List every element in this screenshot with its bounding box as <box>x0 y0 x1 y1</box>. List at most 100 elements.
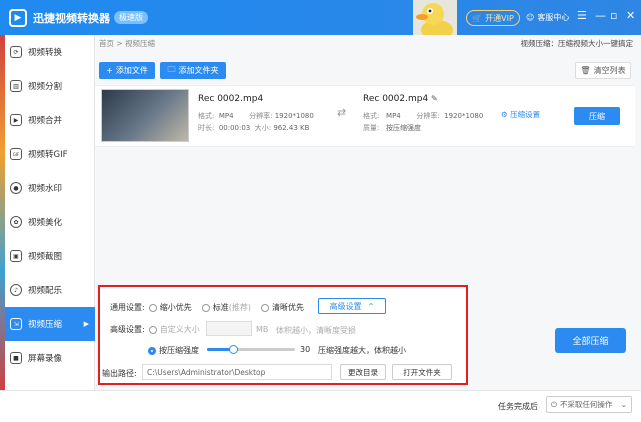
watermark-icon: ● <box>10 182 22 194</box>
add-file-button[interactable]: + 添加文件 <box>99 62 155 79</box>
sidebar-item-screen-record[interactable]: ■ 屏幕录像 <box>0 341 95 375</box>
refresh-icon: ⟳ <box>10 46 22 58</box>
advanced-settings-row: 高级设置: 自定义大小 <box>110 324 200 335</box>
radio-icon <box>260 303 269 312</box>
radio-icon <box>201 303 210 312</box>
shuffle-icon: ⇄ <box>337 106 347 119</box>
general-settings-label: 通用设置: <box>110 303 145 312</box>
sidebar-item-label: 视频配乐 <box>28 286 63 296</box>
chevron-right-icon: ▶ <box>83 320 89 328</box>
screenshot-icon: ▣ <box>10 250 22 262</box>
compress-settings-label: 压缩设置 <box>510 110 541 119</box>
sidebar-item-label: 视频分割 <box>28 82 63 92</box>
edit-icon[interactable]: ✎ <box>431 94 438 103</box>
footer-bar: 任务完成后 ⏻ 不采取任何操作 ⌄ <box>0 390 641 422</box>
radio-small-first[interactable]: 缩小优先 <box>148 302 192 313</box>
split-icon: ▥ <box>10 80 22 92</box>
menu-button[interactable]: ☰ <box>577 9 587 22</box>
minimize-button[interactable]: — <box>595 9 606 22</box>
general-settings-row: 通用设置: 缩小优先 标准(推荐) 清晰优先 <box>110 302 304 313</box>
add-file-label: 添加文件 <box>115 66 148 75</box>
add-folder-label: 添加文件夹 <box>178 66 219 75</box>
desktop-edge <box>0 35 5 390</box>
duck-mascot-icon <box>413 0 457 35</box>
plus-icon: + <box>106 66 113 75</box>
sidebar-item-video-beautify[interactable]: ✿ 视频美化 <box>0 205 95 239</box>
play-icon: ▶ <box>10 114 22 126</box>
radio-icon <box>148 346 156 355</box>
advanced-settings-button[interactable]: 高级设置 ⌃ <box>318 298 386 314</box>
compression-settings-panel: 通用设置: 缩小优先 标准(推荐) 清晰优先 高级设置 ⌃ 高级设置: 自定义大小… <box>98 285 468 385</box>
source-file-name: Rec 0002.mp4 <box>198 94 264 104</box>
sidebar: ⟳ 视频转换 ▥ 视频分割 ▶ 视频合并 GIF 视频转GIF ● 视频水印 ✿ 视频美化 … <box>0 35 95 390</box>
source-meta: 格式: MP4 分辨率: 1920*1080 时长: 00:00:03 大小: … <box>198 112 314 132</box>
sidebar-item-label: 视频美化 <box>28 218 63 228</box>
radio-icon <box>148 303 157 312</box>
sidebar-item-video-screenshot[interactable]: ▣ 视频截图 <box>0 239 95 273</box>
sidebar-item-video-gif[interactable]: GIF 视频转GIF <box>0 137 95 171</box>
maximize-button[interactable]: ▫ <box>610 9 617 22</box>
sidebar-item-label: 视频合并 <box>28 116 63 126</box>
slider-knob[interactable] <box>228 345 238 354</box>
sidebar-item-label: 屏幕录像 <box>28 354 63 364</box>
breadcrumb: 首页 > 视频压缩 <box>99 39 156 48</box>
vip-label: 开通VIP <box>485 13 514 23</box>
file-row[interactable]: Rec 0002.mp4 格式: MP4 分辨率: 1920*1080 时长: … <box>95 85 635 147</box>
gear-icon: ⚙ <box>501 110 508 119</box>
service-center-button[interactable]: ☺ 客服中心 <box>526 12 569 23</box>
chevron-up-icon: ⌃ <box>367 301 375 311</box>
app-logo-icon: ▶ <box>9 8 27 27</box>
video-thumbnail <box>101 89 189 142</box>
compress-settings-link[interactable]: ⚙ 压缩设置 <box>501 109 540 120</box>
gif-icon: GIF <box>10 148 22 160</box>
sidebar-item-video-split[interactable]: ▥ 视频分割 <box>0 69 95 103</box>
open-folder-button[interactable]: 打开文件夹 <box>392 364 452 380</box>
strength-value: 30 <box>300 345 311 354</box>
music-icon: ♪ <box>10 284 22 296</box>
record-icon: ■ <box>10 352 22 364</box>
open-vip-button[interactable]: 🛒 开通VIP <box>466 10 520 26</box>
compress-icon: ⇲ <box>10 318 22 330</box>
compress-all-button[interactable]: 全部压缩 <box>555 328 626 353</box>
cart-icon: 🛒 <box>472 13 483 23</box>
sidebar-item-video-convert[interactable]: ⟳ 视频转换 <box>0 35 95 69</box>
close-button[interactable]: ✕ <box>626 9 635 22</box>
service-label: 客服中心 <box>537 13 570 22</box>
sidebar-item-label: 视频截图 <box>28 252 63 262</box>
sidebar-item-label: 视频转GIF <box>28 150 68 160</box>
beautify-icon: ✿ <box>10 216 22 228</box>
output-path-label: 输出路径: <box>102 369 137 378</box>
output-path-field[interactable]: C:\Users\Administrator\Desktop <box>142 364 332 380</box>
change-directory-button[interactable]: 更改目录 <box>340 364 386 380</box>
custom-size-input[interactable] <box>206 321 252 336</box>
clear-list-button[interactable]: 🗑 清空列表 <box>575 62 631 79</box>
sidebar-item-label: 视频压缩 <box>28 320 63 330</box>
clear-list-label: 清空列表 <box>593 66 626 75</box>
sidebar-item-video-music[interactable]: ♪ 视频配乐 <box>0 273 95 307</box>
on-complete-value: 不采取任何操作 <box>559 400 613 409</box>
app-title: 迅捷视频转换器 <box>33 11 110 25</box>
page-description: 视频压缩：压缩视频大小一键搞定 <box>520 39 634 48</box>
chat-icon: ☺ <box>526 13 535 22</box>
sidebar-item-video-merge[interactable]: ▶ 视频合并 <box>0 103 95 137</box>
advanced-settings-label: 高级设置: <box>110 325 145 334</box>
on-complete-select[interactable]: ⏻ 不采取任何操作 ⌄ <box>546 396 632 413</box>
sidebar-item-video-watermark[interactable]: ● 视频水印 <box>0 171 95 205</box>
compress-button[interactable]: 压缩 <box>574 107 620 125</box>
size-hint: 体积越小，清晰度受损 <box>276 326 356 335</box>
title-bar: ▶ 迅捷视频转换器 极速版 🛒 开通VIP ☺ 客服中心 ☰ — ▫ ✕ <box>0 0 641 35</box>
size-unit: MB <box>256 325 269 334</box>
sidebar-item-label: 视频转换 <box>28 48 63 58</box>
edition-badge: 极速版 <box>114 11 148 24</box>
add-folder-button[interactable]: 🗀 添加文件夹 <box>160 62 226 79</box>
radio-clear-first[interactable]: 清晰优先 <box>260 302 304 313</box>
sidebar-item-label: 视频水印 <box>28 184 63 194</box>
on-complete-label: 任务完成后 <box>498 402 538 411</box>
radio-by-strength[interactable]: 按压缩强度 <box>148 345 199 356</box>
target-file-name: Rec 0002.mp4 ✎ <box>363 94 438 104</box>
sidebar-item-video-compress[interactable]: ⇲ 视频压缩 ▶ <box>0 307 95 341</box>
radio-custom-size[interactable]: 自定义大小 <box>148 324 200 335</box>
strength-slider[interactable] <box>207 345 295 354</box>
chevron-down-icon: ⌄ <box>620 400 627 409</box>
radio-standard[interactable]: 标准(推荐) <box>201 302 251 313</box>
